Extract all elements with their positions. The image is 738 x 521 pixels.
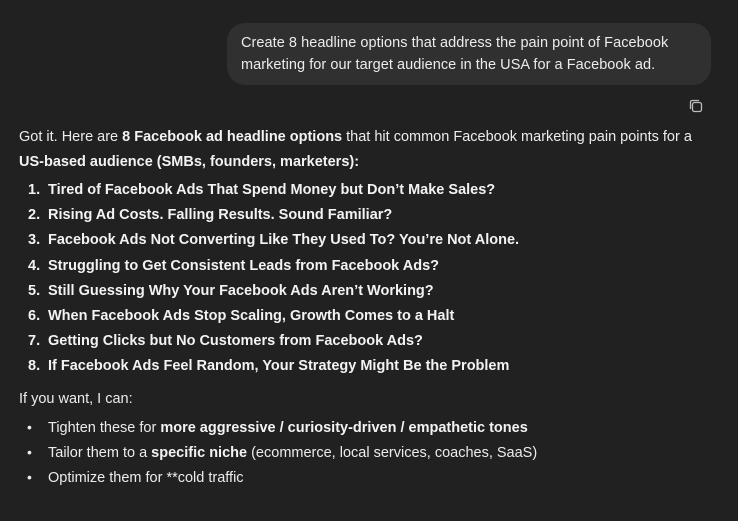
option-bold: more aggressive / curiosity-driven / emp… — [160, 419, 528, 436]
headline-number: 2. — [28, 207, 41, 224]
option-text: Tailor them to a — [48, 444, 152, 461]
headline-item: 2. Rising Ad Costs. Falling Results. Soun… — [19, 203, 719, 228]
headline-text: When Facebook Ads Stop Scaling, Growth C… — [48, 307, 455, 324]
intro-text-2: that hit common Facebook marketing pain … — [342, 129, 692, 145]
headline-number: 5. — [28, 282, 41, 299]
headline-text: Getting Clicks but No Customers from Fac… — [48, 333, 423, 350]
bullet: • — [27, 443, 32, 460]
option-text-post: (ecommerce, local services, coaches, Saa… — [247, 444, 538, 461]
headline-number: 8. — [28, 358, 41, 375]
headline-item: 5. Still Guessing Why Your Facebook Ads A… — [19, 279, 719, 304]
headline-number: 4. — [28, 257, 41, 274]
assistant-message: Got it. Here are 8 Facebook ad headline … — [19, 125, 719, 490]
option-bold: specific niche — [151, 444, 248, 461]
headline-text: Tired of Facebook Ads That Spend Money b… — [48, 182, 496, 198]
option-item: • Tailor them to a specific niche (ecomme… — [19, 440, 719, 465]
copy-icon — [689, 99, 703, 113]
option-text: Tighten these for — [48, 419, 161, 436]
headline-text: Struggling to Get Consistent Leads from … — [48, 257, 439, 274]
headline-item: 8. If Facebook Ads Feel Random, Your Stra… — [19, 354, 719, 379]
headline-text: If Facebook Ads Feel Random, Your Strate… — [48, 358, 510, 375]
followup-intro: If you want, I can: — [19, 390, 133, 407]
headline-item: 6. When Facebook Ads Stop Scaling, Growth… — [19, 304, 719, 329]
option-item: • Tighten these for more aggressive / cur… — [19, 415, 719, 440]
intro-text-1: Got it. Here are — [19, 129, 123, 145]
copy-button[interactable] — [686, 96, 706, 116]
headline-item: 4. Struggling to Get Consistent Leads fro… — [19, 254, 719, 279]
intro-bold-2: US-based audience (SMBs, founders, marke… — [19, 154, 360, 170]
headline-text: Rising Ad Costs. Falling Results. Sound … — [48, 207, 393, 224]
user-message-bubble: Create 8 headline options that address t… — [227, 23, 711, 85]
headline-item: 1. Tired of Facebook Ads That Spend Money… — [19, 178, 719, 203]
headline-item: 7. Getting Clicks but No Customers from F… — [19, 329, 719, 354]
headline-text: Facebook Ads Not Converting Like They Us… — [48, 232, 520, 249]
user-message-row: Create 8 headline options that address t… — [227, 23, 711, 85]
headline-item: 3. Facebook Ads Not Converting Like They … — [19, 228, 719, 253]
bullet: • — [27, 418, 32, 435]
assistant-intro: Got it. Here are 8 Facebook ad headline … — [19, 125, 719, 175]
headline-number: 7. — [28, 333, 41, 350]
intro-bold-1: 8 Facebook ad headline options — [122, 129, 343, 145]
bullet: • — [27, 468, 32, 485]
option-text: Optimize them for **cold traffic — [48, 469, 244, 486]
followup-options: • Tighten these for more aggressive / cur… — [19, 415, 719, 490]
chat-page: Create 8 headline options that address t… — [0, 0, 738, 521]
option-item: • Optimize them for **cold traffic — [19, 465, 719, 490]
headline-number: 3. — [28, 232, 41, 249]
headline-list: 1. Tired of Facebook Ads That Spend Money… — [19, 178, 719, 380]
headline-number: 1. — [28, 182, 41, 198]
headline-text: Still Guessing Why Your Facebook Ads Are… — [48, 282, 434, 299]
headline-number: 6. — [28, 307, 41, 324]
